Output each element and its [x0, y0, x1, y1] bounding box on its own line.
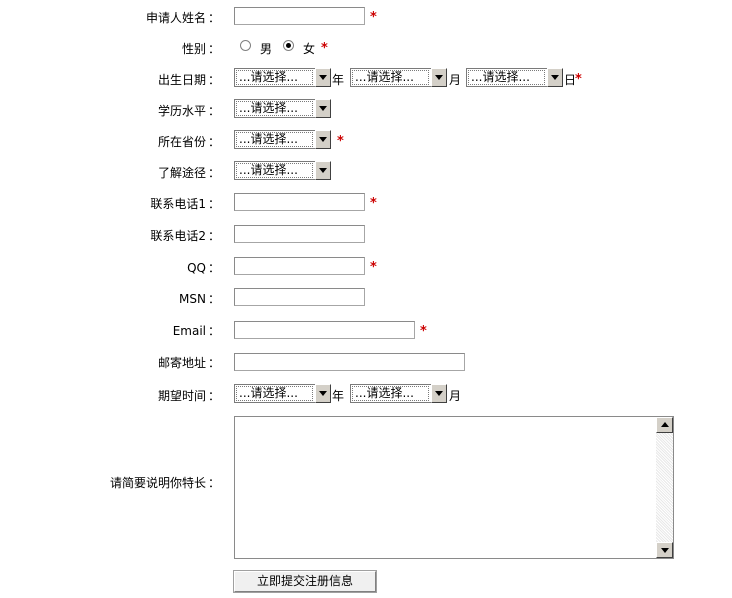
phone2-input[interactable]	[234, 225, 365, 243]
chevron-down-icon[interactable]	[315, 68, 331, 87]
expected-year-value: ...请选择...	[236, 386, 313, 401]
birth-year-select[interactable]: ...请选择...	[234, 68, 331, 87]
row-email: Email： *	[0, 318, 732, 342]
required-mark: *	[575, 72, 582, 87]
required-mark: *	[420, 324, 427, 339]
row-education: 学历水平： ...请选择...	[0, 98, 732, 122]
required-mark: *	[370, 10, 377, 25]
education-select[interactable]: ...请选择...	[234, 99, 331, 118]
province-label: 所在省份：	[157, 135, 220, 149]
address-label: 邮寄地址：	[157, 356, 220, 370]
row-qq: QQ： *	[0, 255, 732, 279]
phone1-input[interactable]	[234, 193, 365, 211]
province-value: ...请选择...	[236, 132, 313, 147]
msn-label: MSN：	[179, 292, 220, 306]
phone2-label: 联系电话2：	[150, 229, 220, 243]
month-unit: 月	[449, 73, 462, 87]
province-select[interactable]: ...请选择...	[234, 130, 331, 149]
qq-label: QQ：	[187, 261, 220, 275]
row-phone1: 联系电话1： *	[0, 191, 732, 215]
chevron-down-icon[interactable]	[315, 130, 331, 149]
scroll-down-icon[interactable]	[656, 542, 673, 558]
channel-value: ...请选择...	[236, 163, 313, 178]
row-expected-time: 期望时间： ...请选择... 年 ...请选择... 月	[0, 383, 732, 407]
birth-month-select[interactable]: ...请选择...	[350, 68, 447, 87]
expected-time-label: 期望时间：	[157, 389, 220, 403]
gender-female-label: 女	[303, 42, 316, 56]
required-mark: *	[370, 196, 377, 211]
specialty-textarea[interactable]	[234, 416, 674, 559]
email-label: Email：	[172, 324, 220, 338]
channel-select[interactable]: ...请选择...	[234, 161, 331, 180]
chevron-down-icon[interactable]	[315, 161, 331, 180]
chevron-down-icon[interactable]	[315, 99, 331, 118]
birth-year-value: ...请选择...	[236, 70, 313, 85]
month-unit: 月	[449, 389, 462, 403]
chevron-down-icon[interactable]	[315, 384, 331, 403]
gender-male-radio[interactable]	[240, 40, 251, 51]
gender-female-radio[interactable]	[283, 40, 294, 51]
required-mark: *	[337, 134, 344, 149]
channel-label: 了解途径：	[157, 166, 220, 180]
birthdate-label: 出生日期：	[157, 73, 220, 87]
specialty-label: 请简要说明你特长：	[109, 476, 220, 490]
msn-input[interactable]	[234, 288, 365, 306]
row-name: 申请人姓名： *	[0, 5, 732, 29]
chevron-down-icon[interactable]	[431, 384, 447, 403]
row-channel: 了解途径： ...请选择...	[0, 160, 732, 184]
row-phone2: 联系电话2：	[0, 223, 732, 247]
expected-month-select[interactable]: ...请选择...	[350, 384, 447, 403]
row-province: 所在省份： ...请选择... *	[0, 129, 732, 153]
submit-button[interactable]: 立即提交注册信息	[233, 570, 377, 593]
row-msn: MSN：	[0, 286, 732, 310]
row-address: 邮寄地址：	[0, 350, 732, 374]
qq-input[interactable]	[234, 257, 365, 275]
required-mark: *	[321, 41, 328, 56]
row-birthdate: 出生日期： ...请选择... 年 ...请选择... 月 ...请选择... …	[0, 67, 732, 91]
address-input[interactable]	[234, 353, 465, 371]
expected-month-value: ...请选择...	[352, 386, 429, 401]
education-label: 学历水平：	[157, 104, 220, 118]
birth-day-select[interactable]: ...请选择...	[466, 68, 563, 87]
gender-male-label: 男	[260, 42, 273, 56]
expected-year-select[interactable]: ...请选择...	[234, 384, 331, 403]
year-unit: 年	[332, 389, 345, 403]
email-input[interactable]	[234, 321, 415, 339]
name-input[interactable]	[234, 7, 365, 25]
chevron-down-icon[interactable]	[547, 68, 563, 87]
birth-day-value: ...请选择...	[468, 70, 545, 85]
name-label: 申请人姓名：	[145, 11, 220, 25]
required-mark: *	[370, 260, 377, 275]
gender-label: 性别：	[181, 42, 220, 56]
row-gender: 性别： 男 女 *	[0, 36, 732, 60]
phone1-label: 联系电话1：	[150, 197, 220, 211]
chevron-down-icon[interactable]	[431, 68, 447, 87]
scroll-up-icon[interactable]	[656, 417, 673, 433]
education-value: ...请选择...	[236, 101, 313, 116]
year-unit: 年	[332, 73, 345, 87]
textarea-scrollbar[interactable]	[656, 417, 673, 558]
birth-month-value: ...请选择...	[352, 70, 429, 85]
